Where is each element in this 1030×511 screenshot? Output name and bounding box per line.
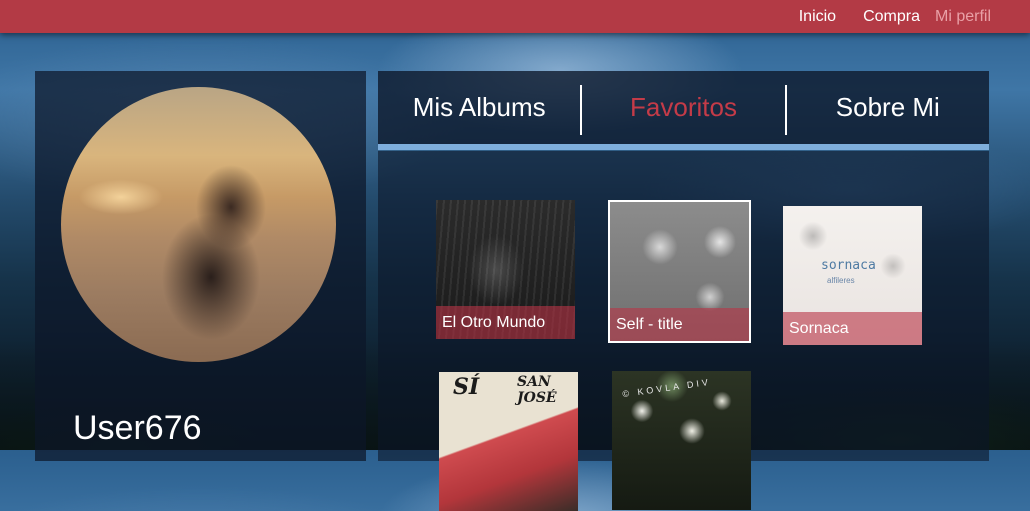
nav-link-mi-perfil[interactable]: Mi perfil bbox=[935, 8, 991, 26]
album-card-sornaca[interactable]: sornaca alfileres Sornaca bbox=[783, 206, 922, 345]
album-cover: SÍ SAN JOSÉ bbox=[439, 372, 578, 511]
tab-mis-albums[interactable]: Mis Albums bbox=[378, 71, 580, 144]
album-card-el-otro-mundo[interactable]: El Otro Mundo bbox=[436, 200, 575, 339]
top-navbar: Inicio Compra Mi perfil bbox=[0, 0, 1030, 33]
album-card-flowers[interactable]: © KOVLA DIV bbox=[612, 371, 751, 510]
nav-link-compra[interactable]: Compra bbox=[863, 8, 920, 26]
album-title: Self - title bbox=[610, 308, 749, 341]
album-cover: © KOVLA DIV bbox=[612, 371, 751, 510]
profile-panel: User676 bbox=[35, 71, 366, 461]
cover-art-subtitle: alfileres bbox=[827, 276, 855, 285]
main-nav: Inicio Compra Mi perfil bbox=[799, 0, 1030, 33]
tab-sobre-mi[interactable]: Sobre Mi bbox=[787, 71, 989, 144]
album-title: El Otro Mundo bbox=[436, 306, 575, 339]
cover-art-title: sornaca bbox=[821, 258, 876, 273]
albums-grid: El Otro Mundo Self - title sornaca alfil… bbox=[378, 151, 989, 511]
cover-art-subtitle: SAN JOSÉ bbox=[517, 374, 557, 406]
nav-link-inicio[interactable]: Inicio bbox=[799, 8, 836, 26]
cover-art-title: © KOVLA DIV bbox=[621, 376, 712, 400]
album-card-si-san-jose[interactable]: SÍ SAN JOSÉ bbox=[439, 372, 578, 511]
album-card-self-title[interactable]: Self - title bbox=[608, 200, 751, 343]
avatar bbox=[61, 87, 336, 362]
username: User676 bbox=[73, 409, 202, 447]
cover-art-title: SÍ bbox=[453, 374, 480, 400]
profile-tabs: Mis Albums Favoritos Sobre Mi bbox=[378, 71, 989, 144]
album-title: Sornaca bbox=[783, 312, 922, 345]
tab-underline bbox=[378, 144, 989, 150]
tab-favoritos[interactable]: Favoritos bbox=[582, 71, 784, 144]
